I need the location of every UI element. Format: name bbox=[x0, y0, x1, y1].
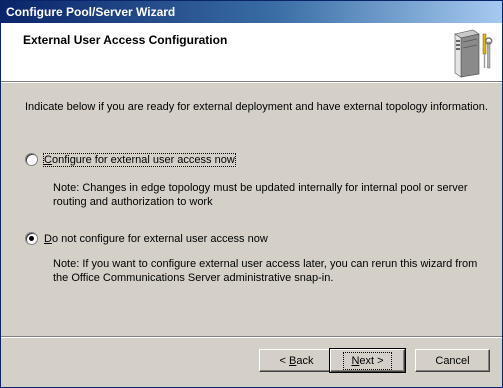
wizard-header: External User Access Configuration bbox=[1, 23, 502, 83]
footer-divider-highlight bbox=[1, 337, 502, 338]
intro-text: Indicate below if you are ready for exte… bbox=[25, 101, 488, 113]
page-title: External User Access Configuration bbox=[23, 33, 228, 47]
note-configure: Note: Changes in edge topology must be u… bbox=[53, 182, 468, 208]
radio-do-not-configure[interactable]: Do not configure for external user acces… bbox=[25, 232, 268, 245]
cancel-button[interactable]: Cancel bbox=[415, 349, 490, 372]
note-do-not-configure: Note: If you want to configure external … bbox=[53, 258, 478, 284]
radio-configure-external[interactable]: Configure for external user access now bbox=[25, 152, 236, 167]
back-button[interactable]: < Back bbox=[259, 349, 334, 372]
radio-label[interactable]: Do not configure for external user acces… bbox=[44, 233, 268, 245]
radio-button[interactable] bbox=[25, 153, 38, 166]
radio-label[interactable]: Configure for external user access now bbox=[43, 152, 236, 167]
title-bar[interactable]: Configure Pool/Server Wizard bbox=[1, 1, 502, 23]
next-button-label: Next > bbox=[343, 351, 392, 370]
wizard-window: Configure Pool/Server Wizard External Us… bbox=[0, 0, 503, 388]
wizard-content: Indicate below if you are ready for exte… bbox=[1, 83, 502, 331]
next-button[interactable]: Next > bbox=[329, 348, 406, 373]
server-tools-icon bbox=[454, 29, 493, 78]
radio-button-selected[interactable] bbox=[25, 232, 38, 245]
window-title: Configure Pool/Server Wizard bbox=[6, 5, 176, 19]
